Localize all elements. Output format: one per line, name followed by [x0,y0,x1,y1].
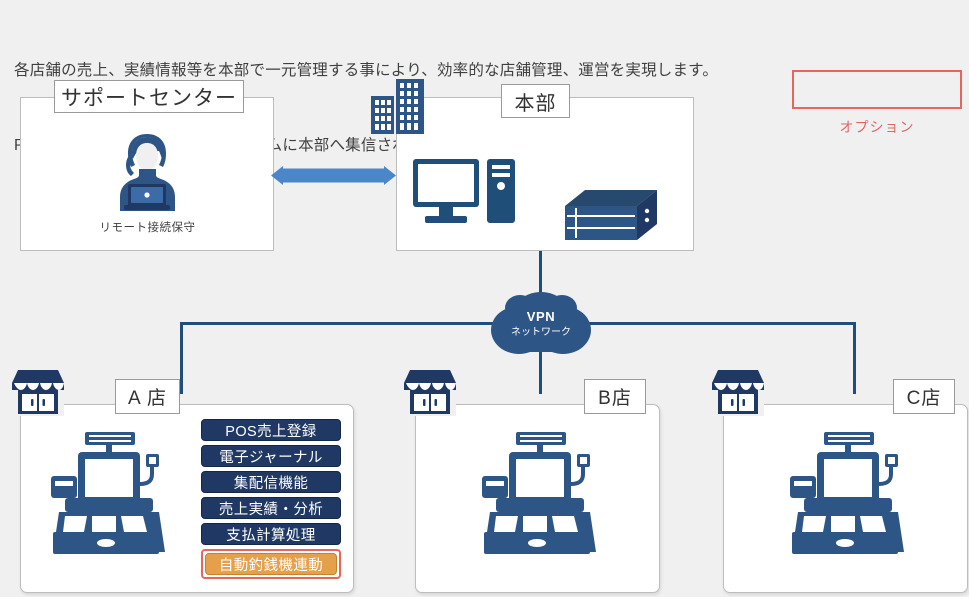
office-buildings-icon [367,79,437,134]
store-a-feature-list: POS売上登録 電子ジャーナル 集配信機能 売上実績・分析 支払計算処理 自動釣… [201,419,341,579]
store-b-title: B店 [584,379,646,414]
server-nas-icon [565,190,657,240]
feature-button-payment-calc[interactable]: 支払計算処理 [201,523,341,545]
store-a-storefront-icon [12,366,64,416]
store-a-title: A 店 [115,379,180,414]
headquarters-title: 本部 [501,84,570,118]
support-center-title: サポートセンター [54,80,244,113]
store-c-title: C店 [893,379,955,414]
option-highlight-frame: 自動釣銭機連動 [201,549,341,579]
operator-woman-laptop-icon [106,132,188,212]
feature-button-e-journal[interactable]: 電子ジャーナル [201,445,341,467]
store-a-pos-register-icon [45,432,167,556]
store-c-drop-line [853,322,856,394]
store-c-pos-register-icon [784,432,906,556]
remote-connection-arrow [271,166,396,185]
store-a-drop-line [180,322,183,394]
store-b-pos-register-icon [476,432,598,556]
vpn-cloud: VPN ネットワーク [487,288,595,360]
feature-button-auto-change-machine[interactable]: 自動釣銭機連動 [205,553,337,575]
legend-option-label: オプション [839,119,915,135]
feature-button-distribution[interactable]: 集配信機能 [201,471,341,493]
feature-button-pos-sales[interactable]: POS売上登録 [201,419,341,441]
legend-option-swatch [792,70,962,109]
store-c-storefront-icon [712,366,764,416]
diagram-canvas: 各店舗の売上、実績情報等を本部で一元管理する事により、効率的な店舗管理、運営を実… [0,0,969,597]
desktop-computer-icon [413,159,523,227]
support-center-caption: リモート接続保守 [99,222,196,234]
feature-button-sales-analysis[interactable]: 売上実績・分析 [201,497,341,519]
store-b-storefront-icon [404,366,456,416]
